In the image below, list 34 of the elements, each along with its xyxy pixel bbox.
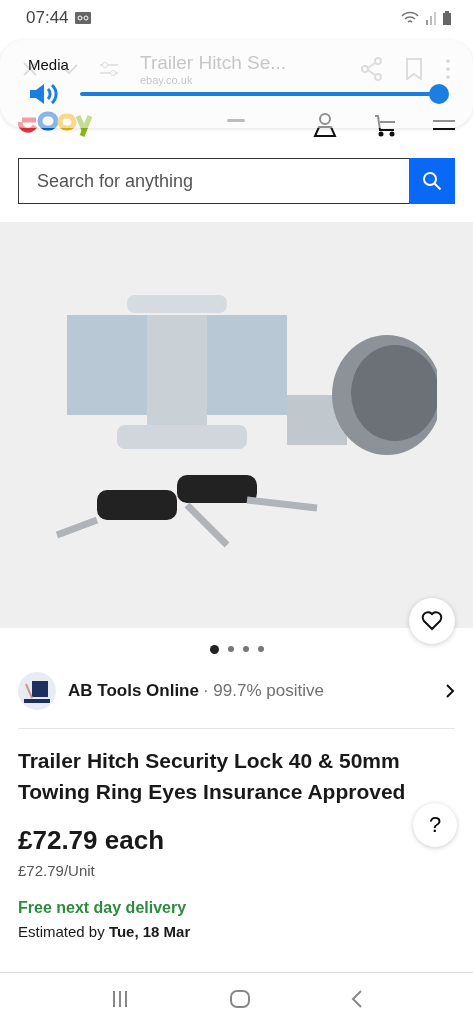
price: £72.79 each [18, 825, 165, 856]
back-icon[interactable] [350, 989, 363, 1008]
volume-label: Media [28, 56, 69, 73]
voicemail-icon [74, 12, 91, 24]
logo-drawing[interactable] [18, 110, 94, 140]
home-icon[interactable] [229, 989, 250, 1008]
page-dot[interactable] [242, 646, 249, 652]
battery-icon [443, 11, 451, 25]
recent-apps-icon[interactable] [110, 990, 129, 1007]
page-dot[interactable] [257, 646, 264, 652]
cart-icon[interactable] [373, 112, 397, 138]
search-icon [422, 171, 442, 191]
speaker-icon[interactable] [28, 82, 58, 106]
seller-feedback: · 99.7% positive [202, 681, 324, 701]
delivery-estimate: Estimated by Tue, 18 Mar [18, 923, 192, 940]
signal-icon [425, 11, 437, 25]
search-button[interactable] [409, 158, 455, 204]
unit-price: £72.79/Unit [18, 862, 96, 879]
product-title: Trailer Hitch Security Lock 40 & 50mm Towing Ring Eyes Insurance Approved [18, 748, 407, 805]
seller-name[interactable]: AB Tools Online [68, 681, 199, 701]
page-dot[interactable] [227, 646, 234, 652]
user-icon[interactable] [313, 112, 337, 138]
heart-button[interactable] [409, 598, 455, 644]
seller-avatar[interactable] [18, 672, 56, 710]
search-field[interactable]: Search for anything [18, 158, 409, 204]
help-button[interactable]: ? [413, 803, 457, 847]
status-time: 07:44 [26, 8, 69, 28]
delivery-text: Free next day delivery [18, 899, 188, 917]
page-dot[interactable] [209, 644, 219, 654]
wifi-icon [401, 11, 419, 25]
panel-handle[interactable] [227, 119, 245, 122]
chevron-right-icon[interactable] [445, 683, 455, 699]
heart-icon [421, 611, 443, 631]
menu-icon[interactable] [433, 117, 455, 133]
